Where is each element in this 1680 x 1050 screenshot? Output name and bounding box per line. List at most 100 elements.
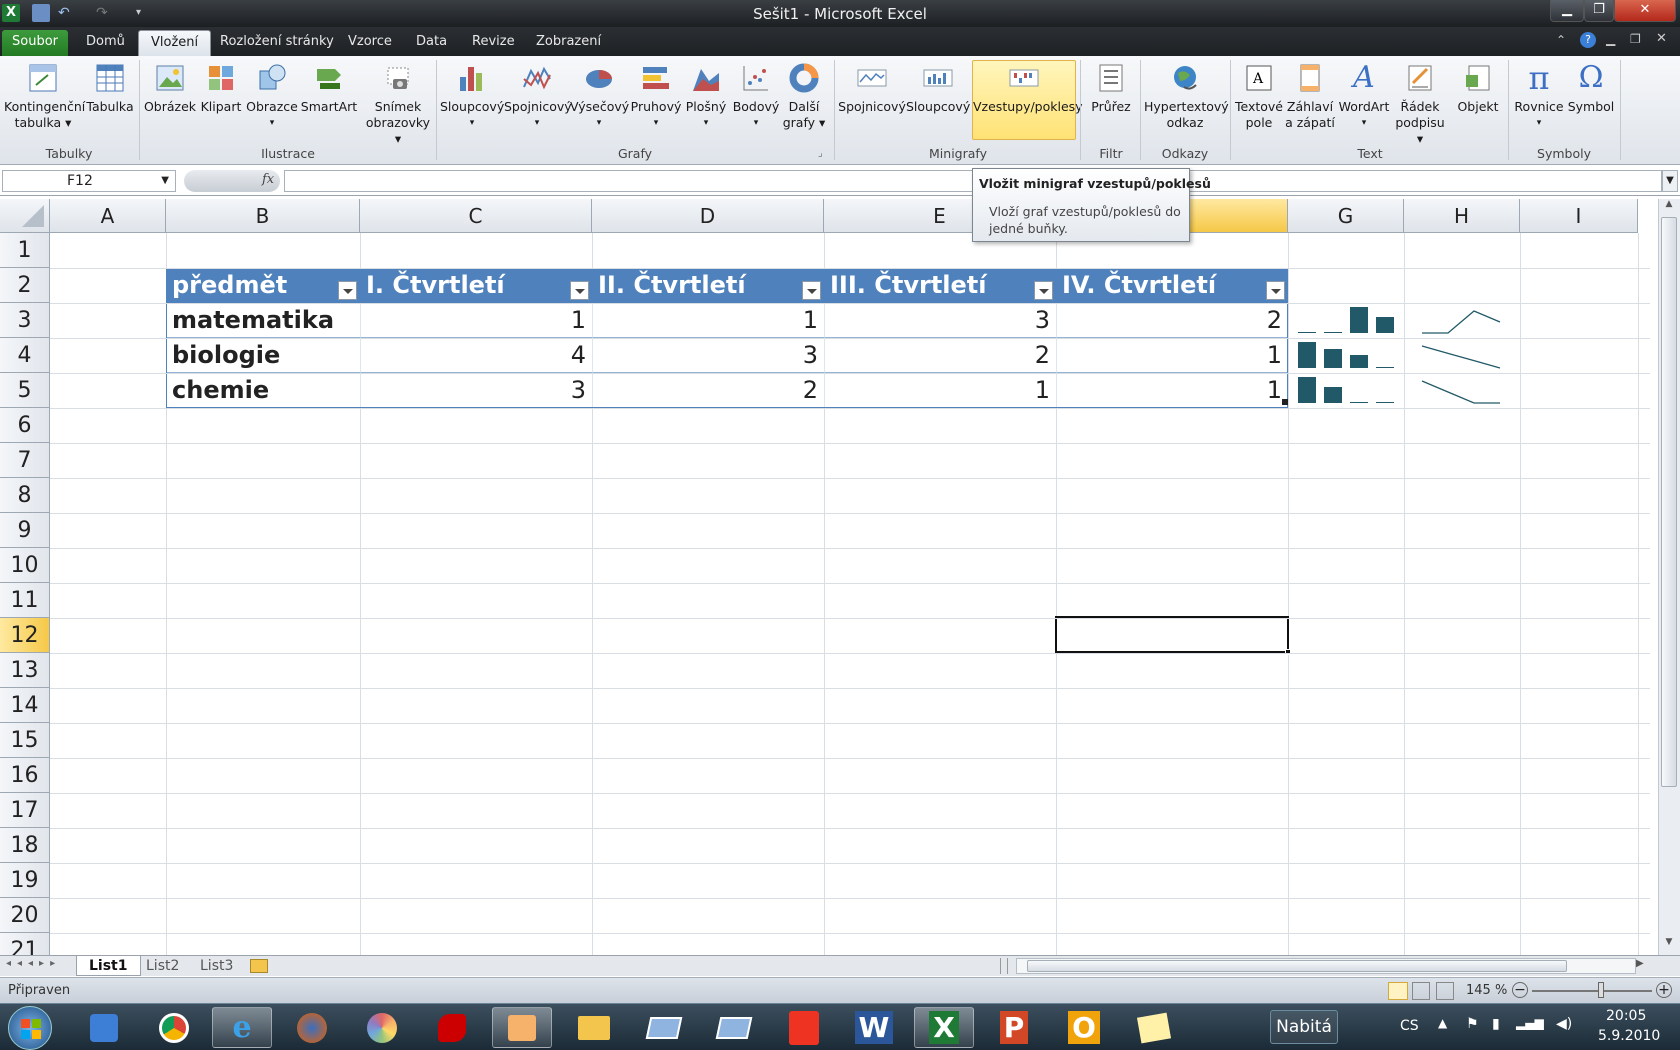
table-cell-subject[interactable]: biologie [166, 338, 360, 373]
line-chart-button[interactable]: Spojnicový ▾ [504, 61, 572, 131]
tab-page-layout[interactable]: Rozložení stránky [208, 30, 346, 56]
row-header-8[interactable]: 8 [0, 478, 50, 513]
action-center-flag-icon[interactable]: ⚑ [1466, 1016, 1479, 1032]
tab-view[interactable]: Zobrazení [524, 30, 613, 56]
filter-dropdown-icon[interactable] [1266, 281, 1285, 300]
equation-button[interactable]: π Rovnice ▾ [1512, 61, 1566, 131]
taskbar-outlook-icon[interactable]: O [1054, 1007, 1114, 1048]
show-hidden-icons-icon[interactable]: ▲ [1438, 1016, 1447, 1030]
page-layout-view-icon[interactable] [1412, 982, 1430, 1000]
tab-review[interactable]: Revize [460, 30, 527, 56]
table-header-q1[interactable]: I. Čtvrtletí [360, 268, 592, 303]
taskbar-media-icon[interactable] [492, 1007, 552, 1048]
bar-chart-button[interactable]: Pruhový ▾ [628, 61, 684, 131]
tab-home[interactable]: Domů [74, 30, 137, 56]
row-header-14[interactable]: 14 [0, 688, 50, 723]
taskbar-chrome-icon[interactable] [144, 1007, 204, 1048]
smartart-button[interactable]: SmartArt [298, 61, 360, 115]
volume-icon[interactable]: ◀) [1556, 1016, 1572, 1032]
sparklines-winloss[interactable] [1288, 303, 1404, 408]
sparkline-column-button[interactable]: Sloupcový [906, 61, 970, 115]
network-signal-icon[interactable]: ▂▄▆ [1516, 1016, 1544, 1030]
taskbar-notes-icon[interactable] [1124, 1007, 1184, 1048]
row-header-10[interactable]: 10 [0, 548, 50, 583]
column-header-d[interactable]: D [592, 199, 824, 233]
row-header-3[interactable]: 3 [0, 303, 50, 338]
zoom-slider[interactable] [1532, 990, 1652, 992]
row-header-20[interactable]: 20 [0, 898, 50, 933]
tab-data[interactable]: Data [404, 30, 459, 56]
worksheet-grid[interactable]: A B C D E F G H I 1234567891011121314151… [0, 199, 1658, 955]
row-header-13[interactable]: 13 [0, 653, 50, 688]
taskbar-folder-icon[interactable] [564, 1007, 624, 1048]
zoom-out-icon[interactable]: − [1512, 982, 1528, 998]
table-cell-q2[interactable]: 3 [592, 338, 824, 373]
hyperlink-button[interactable]: Hypertextový odkaz [1144, 61, 1229, 131]
tab-formulas[interactable]: Vzorce [336, 30, 404, 56]
taskbar-window2-icon[interactable] [704, 1007, 764, 1048]
sheet-tab-list1[interactable]: List1 [76, 956, 141, 976]
fill-handle[interactable] [1285, 649, 1291, 655]
taskbar-avast-icon[interactable] [774, 1007, 834, 1048]
taskbar-word-icon[interactable]: W [844, 1007, 904, 1048]
battery-status[interactable]: Nabitá [1270, 1010, 1338, 1044]
normal-view-icon[interactable] [1388, 982, 1408, 1000]
tab-file[interactable]: Soubor [2, 30, 68, 56]
zoom-level[interactable]: 145 % [1466, 983, 1507, 998]
table-header-q4[interactable]: IV. Čtvrtletí [1056, 268, 1288, 303]
tab-split-handle[interactable] [1000, 958, 1008, 974]
screenshot-button[interactable]: Snímek obrazovky ▾ [362, 61, 434, 147]
area-chart-button[interactable]: Plošný ▾ [684, 61, 728, 131]
symbol-button[interactable]: Ω Symbol [1564, 61, 1618, 115]
row-header-4[interactable]: 4 [0, 338, 50, 373]
row-header-9[interactable]: 9 [0, 513, 50, 548]
scroll-up-icon[interactable]: ▲ [1659, 199, 1679, 215]
wordart-button[interactable]: A WordArt ▾ [1336, 61, 1392, 131]
language-indicator[interactable]: CS [1400, 1018, 1419, 1034]
table-cell-q3[interactable]: 3 [824, 303, 1056, 338]
row-header-15[interactable]: 15 [0, 723, 50, 758]
column-header-i[interactable]: I [1520, 199, 1638, 233]
taskbar-window-icon[interactable] [634, 1007, 694, 1048]
column-header-b[interactable]: B [166, 199, 360, 233]
battery-icon[interactable]: ▮ [1492, 1016, 1500, 1032]
name-box[interactable]: F12 ▼ [2, 170, 176, 192]
sheet-tab-list2[interactable]: List2 [134, 956, 191, 976]
table-header-q2[interactable]: II. Čtvrtletí [592, 268, 824, 303]
row-header-19[interactable]: 19 [0, 863, 50, 898]
table-cell-q4[interactable]: 1 [1056, 338, 1288, 373]
taskbar-ie-icon[interactable]: e [212, 1007, 272, 1048]
zoom-slider-thumb[interactable] [1598, 982, 1604, 998]
help-icon[interactable]: ? [1580, 32, 1596, 48]
table-cell-q1[interactable]: 1 [360, 303, 592, 338]
taskbar-picasa-icon[interactable] [352, 1007, 412, 1048]
horizontal-scrollbar[interactable] [1016, 958, 1636, 974]
sparkline-win-loss-button[interactable]: Vzestupy/poklesy [972, 60, 1083, 140]
row-header-1[interactable]: 1 [0, 233, 50, 268]
sparkline-line-button[interactable]: Spojnicový [838, 61, 906, 115]
text-box-button[interactable]: A Textové pole [1234, 61, 1284, 131]
clock-time[interactable]: 20:05 [1606, 1008, 1646, 1024]
column-header-a[interactable]: A [50, 199, 166, 233]
row-header-7[interactable]: 7 [0, 443, 50, 478]
object-button[interactable]: Objekt [1450, 61, 1506, 115]
filter-dropdown-icon[interactable] [802, 281, 821, 300]
insert-sheet-icon[interactable] [250, 959, 268, 973]
table-cell-subject[interactable]: chemie [166, 373, 360, 408]
table-header-q3[interactable]: III. Čtvrtletí [824, 268, 1056, 303]
scroll-down-icon[interactable]: ▼ [1659, 937, 1679, 953]
clock-date[interactable]: 5.9.2010 [1598, 1028, 1660, 1044]
table-header-subject[interactable]: předmět [166, 268, 360, 303]
taskbar-excel-icon[interactable]: X [914, 1007, 974, 1048]
filter-dropdown-icon[interactable] [1034, 281, 1053, 300]
table-cell-q3[interactable]: 1 [824, 373, 1056, 408]
horizontal-scroll-thumb[interactable] [1027, 960, 1567, 972]
vertical-scrollbar[interactable]: ▲ ▼ [1658, 199, 1680, 955]
table-cell-q3[interactable]: 2 [824, 338, 1056, 373]
sparklines-line[interactable] [1404, 303, 1520, 408]
taskbar-firefox-icon[interactable] [282, 1007, 342, 1048]
clipart-button[interactable]: Klipart [198, 61, 244, 115]
column-chart-button[interactable]: Sloupcový ▾ [440, 61, 504, 131]
active-cell-f12[interactable] [1055, 616, 1289, 653]
column-header-g[interactable]: G [1288, 199, 1404, 233]
